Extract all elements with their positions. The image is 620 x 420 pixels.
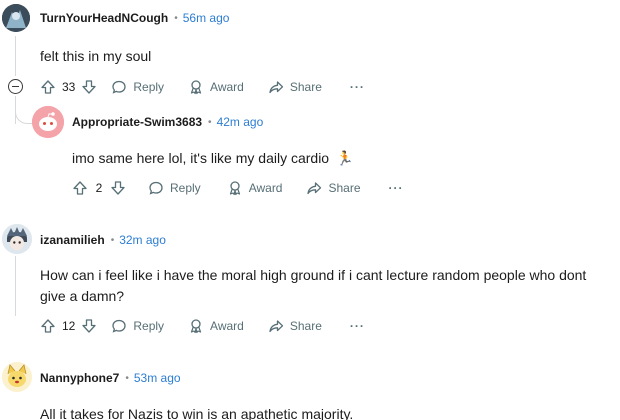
share-button[interactable]: Share	[306, 180, 361, 196]
comment-body-text: imo same here lol, it's like my daily ca…	[72, 150, 330, 166]
more-options-button[interactable]: ···	[350, 80, 365, 94]
award-label: Award	[210, 319, 244, 333]
vote-group: 33	[40, 79, 97, 95]
upvote-icon[interactable]	[72, 180, 88, 196]
avatar-image	[2, 4, 30, 32]
share-label: Share	[289, 80, 322, 94]
award-button[interactable]: Award	[188, 318, 244, 334]
award-icon	[229, 181, 240, 196]
avatar-image	[2, 224, 32, 254]
share-label: Share	[289, 319, 322, 333]
award-button[interactable]: Award	[227, 180, 283, 196]
comment-meta: TurnYourHeadNCough • 56m ago	[40, 11, 229, 25]
comment-body: felt this in my soul	[40, 48, 152, 64]
timestamp[interactable]: 32m ago	[119, 233, 166, 247]
share-icon	[269, 320, 283, 333]
author-name[interactable]: TurnYourHeadNCough	[40, 11, 168, 25]
comment-body: All it takes for Nazis to win is an apat…	[40, 406, 354, 420]
author-name[interactable]: Appropriate-Swim3683	[72, 115, 202, 129]
reply-label: Reply	[133, 80, 165, 94]
comment-body: How can i feel like i have the moral hig…	[40, 267, 587, 304]
comment-actions: 2 Reply Award Share ···	[72, 176, 404, 200]
vote-group: 2	[72, 180, 126, 196]
reply-button[interactable]: Reply	[111, 318, 164, 334]
award-button[interactable]: Award	[188, 79, 244, 95]
thread-line	[15, 256, 16, 316]
comment-meta: Appropriate-Swim3683 • 42m ago	[72, 115, 263, 129]
share-icon	[307, 182, 322, 195]
comment-actions: 33 Reply Award Share ···	[40, 75, 365, 99]
award-label: Award	[210, 80, 244, 94]
author-name[interactable]: Nannyphone7	[40, 371, 119, 385]
reply-icon	[112, 80, 127, 94]
reply-button[interactable]: Reply	[111, 79, 164, 95]
thread-elbow	[15, 96, 33, 124]
vote-group: 12	[40, 318, 97, 334]
comment-meta: Nannyphone7 • 53m ago	[40, 371, 181, 385]
reply-label: Reply	[133, 319, 165, 333]
avatar[interactable]	[2, 224, 32, 254]
separator-dot: •	[110, 234, 115, 246]
share-button[interactable]: Share	[268, 79, 322, 95]
avatar[interactable]	[2, 4, 30, 32]
more-options-button[interactable]: ···	[350, 319, 365, 333]
vote-count: 2	[95, 181, 103, 195]
comment-meta: izanamilieh • 32m ago	[40, 233, 166, 247]
separator-dot: •	[174, 12, 178, 24]
reply-label: Reply	[170, 181, 201, 195]
share-button[interactable]: Share	[268, 318, 322, 334]
running-emoji: 🏃	[335, 150, 354, 166]
collapse-icon[interactable]	[8, 79, 23, 94]
avatar[interactable]	[2, 362, 32, 392]
vote-count: 12	[62, 319, 76, 333]
downvote-icon[interactable]	[110, 180, 126, 196]
award-label: Award	[248, 181, 283, 195]
award-icon	[190, 80, 202, 95]
reply-button[interactable]: Reply	[148, 180, 201, 196]
timestamp[interactable]: 42m ago	[217, 115, 264, 129]
downvote-icon[interactable]	[81, 79, 97, 95]
comment-actions: 12 Reply Award Share ···	[40, 314, 365, 338]
reply-icon	[149, 181, 163, 195]
award-icon	[190, 319, 202, 334]
timestamp[interactable]: 56m ago	[183, 11, 230, 25]
upvote-icon[interactable]	[40, 318, 56, 334]
separator-dot: •	[125, 372, 129, 384]
share-icon	[269, 81, 283, 94]
avatar-image	[2, 362, 32, 392]
upvote-icon[interactable]	[40, 79, 56, 95]
timestamp[interactable]: 53m ago	[134, 371, 181, 385]
downvote-icon[interactable]	[81, 318, 97, 334]
share-label: Share	[328, 181, 361, 195]
vote-count: 33	[62, 80, 76, 94]
avatar[interactable]	[32, 106, 64, 138]
reply-icon	[112, 319, 127, 333]
comment-body: imo same here lol, it's like my daily ca…	[72, 148, 353, 169]
author-name[interactable]: izanamilieh	[40, 233, 105, 247]
snoo-avatar-image	[32, 106, 64, 138]
separator-dot: •	[208, 116, 212, 128]
thread-line	[15, 36, 16, 76]
more-options-button[interactable]: ···	[389, 181, 404, 195]
